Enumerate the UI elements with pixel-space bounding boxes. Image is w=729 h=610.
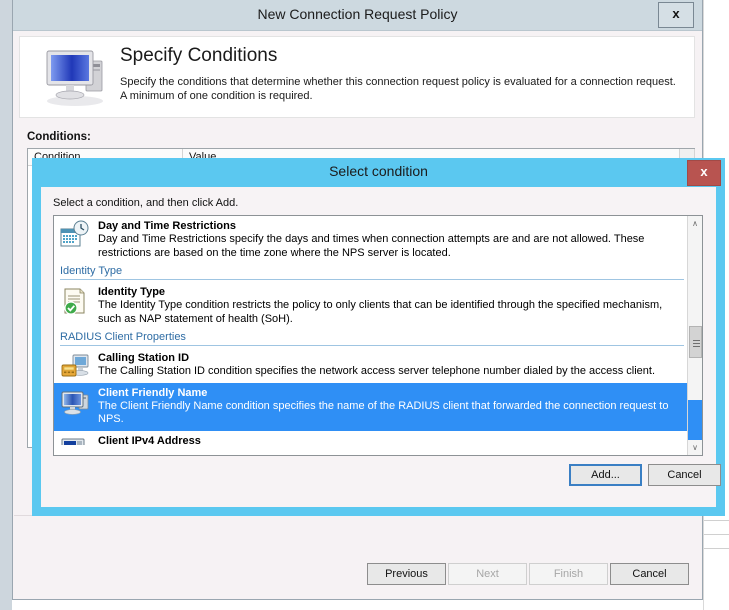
wizard-header-band: Specify Conditions Specify the condition… xyxy=(19,36,695,118)
list-item-name: Identity Type xyxy=(98,286,682,299)
page-description: Specify the conditions that determine wh… xyxy=(120,75,680,103)
document-check-icon xyxy=(60,286,90,316)
screen: New Connection Request Policy x Specify … xyxy=(0,0,729,610)
select-condition-title: Select condition xyxy=(32,163,725,179)
scroll-down-icon[interactable]: ∨ xyxy=(688,440,702,455)
list-item-description: The Client Friendly Name condition speci… xyxy=(98,400,682,427)
page-title: Specify Conditions xyxy=(120,45,277,67)
list-item[interactable]: Calling Station ID The Calling Station I… xyxy=(54,348,688,383)
network-card-icon xyxy=(60,435,90,445)
background-rule-1 xyxy=(704,520,729,521)
close-icon[interactable]: x xyxy=(658,2,694,28)
previous-button[interactable]: Previous xyxy=(367,563,446,585)
condition-items: Day and Time Restrictions Day and Time R… xyxy=(54,216,688,445)
scrollbar-grip-line xyxy=(693,343,700,344)
select-condition-titlebar: Select condition x xyxy=(32,158,725,187)
wizard-title: New Connection Request Policy xyxy=(13,6,702,22)
phone-computer-icon xyxy=(60,352,90,382)
list-item[interactable]: Day and Time Restrictions Day and Time R… xyxy=(54,216,688,264)
list-item-name: Calling Station ID xyxy=(98,352,682,365)
close-icon[interactable]: x xyxy=(687,160,721,186)
group-header-radius-client-properties: RADIUS Client Properties xyxy=(54,330,688,348)
finish-button: Finish xyxy=(529,563,608,585)
list-item-name: Client Friendly Name xyxy=(98,387,682,400)
wizard-button-bar xyxy=(14,515,701,598)
list-item[interactable]: Identity Type The Identity Type conditio… xyxy=(54,282,688,330)
condition-list-scrollbar[interactable]: ∧ ∨ xyxy=(687,216,702,455)
list-item-description: Day and Time Restrictions specify the da… xyxy=(98,233,682,260)
background-left-strip xyxy=(0,0,12,610)
list-item[interactable]: Client IPv4 Address xyxy=(54,431,688,445)
client-computer-icon xyxy=(60,387,90,417)
scrollbar-grip-line xyxy=(693,346,700,347)
add-button[interactable]: Add... xyxy=(569,464,642,486)
list-item-description: The Calling Station ID condition specifi… xyxy=(98,365,682,379)
select-condition-body: Select a condition, and then click Add. xyxy=(41,187,716,507)
condition-listbox[interactable]: Day and Time Restrictions Day and Time R… xyxy=(53,215,703,456)
wizard-titlebar: New Connection Request Policy x xyxy=(13,0,702,31)
list-item-description: The Identity Type condition restricts th… xyxy=(98,299,682,326)
cancel-button[interactable]: Cancel xyxy=(648,464,721,486)
select-condition-dialog: Select condition x Select a condition, a… xyxy=(32,158,725,516)
group-divider xyxy=(60,345,684,346)
select-condition-instruction: Select a condition, and then click Add. xyxy=(53,197,238,209)
scrollbar-track-highlight xyxy=(688,400,702,440)
group-header-label: RADIUS Client Properties xyxy=(60,331,186,343)
background-rule-2 xyxy=(704,534,729,535)
list-item-selected[interactable]: Client Friendly Name The Client Friendly… xyxy=(54,383,688,431)
group-header-identity-type: Identity Type xyxy=(54,264,688,282)
scrollbar-grip-line xyxy=(693,340,700,341)
cancel-button[interactable]: Cancel xyxy=(610,563,689,585)
background-rule-3 xyxy=(704,548,729,549)
computer-monitor-icon xyxy=(42,45,108,107)
scrollbar-thumb[interactable] xyxy=(689,326,702,358)
conditions-label: Conditions: xyxy=(27,131,91,143)
list-item-name: Day and Time Restrictions xyxy=(98,220,682,233)
next-button: Next xyxy=(448,563,527,585)
group-divider xyxy=(60,279,684,280)
calendar-clock-icon xyxy=(60,220,90,250)
list-item-name: Client IPv4 Address xyxy=(98,435,682,445)
scroll-up-icon[interactable]: ∧ xyxy=(688,216,702,231)
group-header-label: Identity Type xyxy=(60,265,122,277)
